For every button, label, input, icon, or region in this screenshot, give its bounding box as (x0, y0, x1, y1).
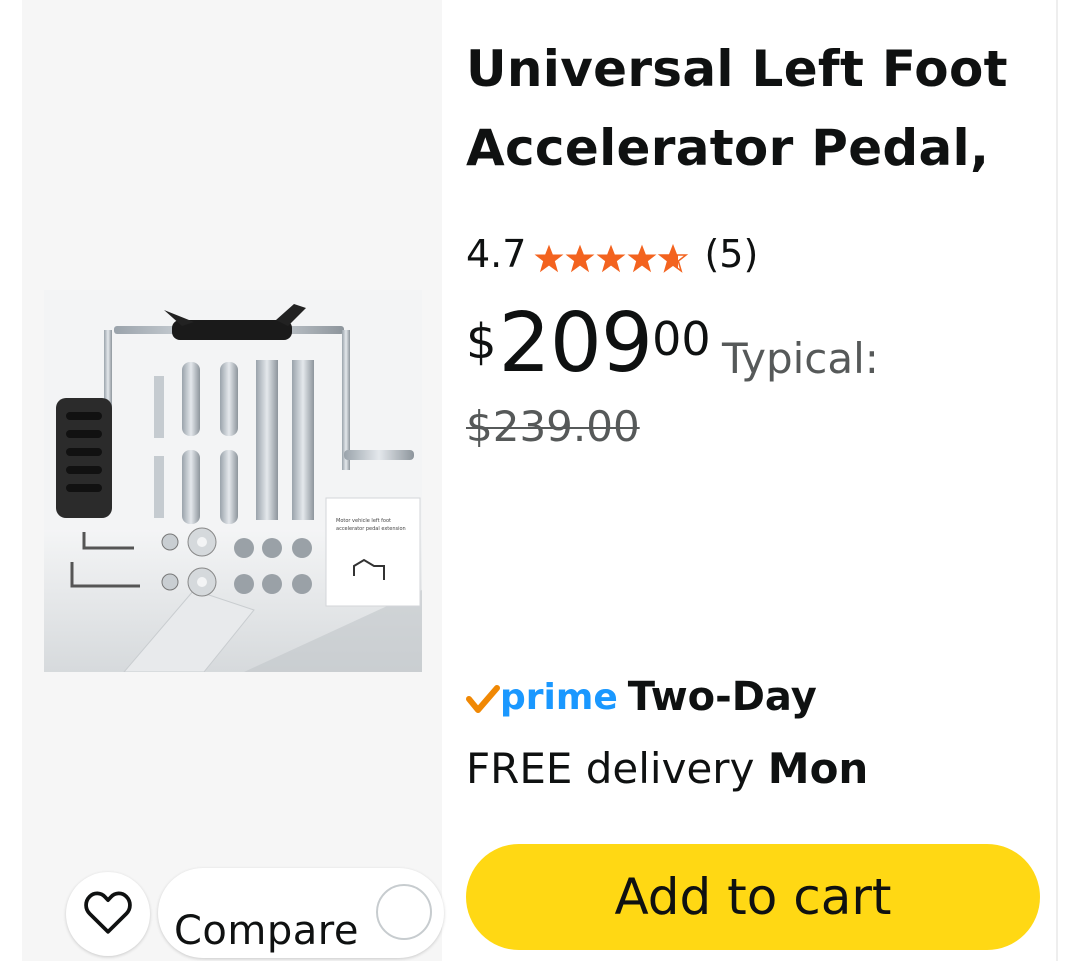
delivery-info: FREE delivery Mon (466, 744, 868, 793)
prime-check-icon (466, 675, 500, 719)
title-link[interactable]: Universal Left Foot Accelerator Pedal, A… (466, 30, 1056, 206)
price-whole: 209 (498, 296, 654, 391)
price: $ 209 00 (466, 296, 711, 392)
compare-checkbox[interactable] (376, 884, 432, 940)
svg-text:accelerator pedal extension: accelerator pedal extension (336, 526, 406, 532)
wishlist-button[interactable] (66, 872, 150, 956)
product-card[interactable]: Motor vehicle left foot accelerator peda… (0, 0, 1080, 961)
product-image[interactable]: Motor vehicle left foot accelerator peda… (44, 290, 422, 672)
star-icon (627, 244, 657, 273)
star-icon (565, 244, 595, 273)
rating-count: (5) (704, 232, 759, 276)
image-panel: Motor vehicle left foot accelerator peda… (22, 0, 444, 961)
product-photo: Motor vehicle left foot accelerator peda… (44, 290, 422, 672)
prime-badge: prime Two-Day (466, 674, 817, 720)
typical-price: $239.00 (466, 402, 640, 451)
price-fraction: 00 (652, 312, 711, 366)
star-half-icon (658, 244, 689, 273)
heart-outline-icon (83, 889, 133, 939)
star-icon (596, 244, 626, 273)
prime-label: prime (500, 676, 618, 718)
star-icon (534, 244, 564, 273)
prime-speed: Two-Day (627, 674, 817, 720)
add-to-cart-button[interactable]: Add to cart (466, 844, 1040, 950)
delivery-text: FREE delivery (466, 744, 768, 793)
compare-toggle[interactable]: Compare (158, 868, 444, 958)
compare-label: Compare (174, 908, 359, 954)
divider (1056, 0, 1058, 961)
typical-price-label: Typical: (722, 334, 879, 383)
svg-text:Motor vehicle left foot: Motor vehicle left foot (336, 518, 391, 524)
rating-value: 4.7 (466, 232, 527, 276)
star-rating (534, 244, 690, 274)
delivery-day: Mon (767, 744, 869, 793)
rating-row[interactable]: 4.7 (5) (466, 226, 758, 282)
price-symbol: $ (466, 314, 497, 370)
product-title[interactable]: Universal Left Foot Accelerator Pedal, A… (466, 30, 1056, 206)
